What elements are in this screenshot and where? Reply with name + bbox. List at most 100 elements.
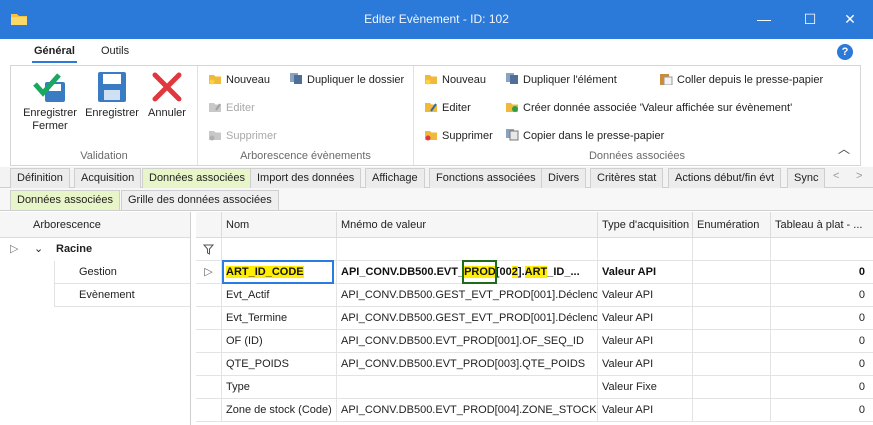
close-button[interactable]: ✕ (827, 0, 873, 39)
cell-flat[interactable]: 0 (771, 399, 873, 422)
tab-acquisition[interactable]: Acquisition (74, 168, 142, 188)
table-row[interactable]: Zone de stock (Code) API_CONV.DB500.EVT_… (196, 399, 873, 422)
row-selector[interactable] (196, 284, 222, 307)
paste-button[interactable]: Coller depuis le presse-papier (659, 72, 823, 88)
tree-new-button[interactable]: Nouveau (208, 72, 270, 88)
collapse-icon[interactable]: ⌄ (34, 238, 43, 261)
cell-name[interactable]: OF (ID) (222, 330, 337, 353)
cell-mnemo[interactable]: API_CONV.DB500.EVT_PROD[001].OF_SEQ_ID (337, 330, 598, 353)
cell-flat[interactable]: 0 (771, 307, 873, 330)
tab-scroll-left-icon[interactable]: < (833, 170, 839, 182)
cell-name[interactable]: Type (222, 376, 337, 399)
subtab-associated-data[interactable]: Données associées (10, 190, 121, 210)
copy-clipboard-button[interactable]: Copier dans le presse-papier (505, 128, 664, 144)
row-selector[interactable] (196, 330, 222, 353)
cell-type[interactable]: Valeur API (598, 284, 693, 307)
cell-mnemo[interactable]: API_CONV.DB500.EVT_PROD[003].QTE_POIDS (337, 353, 598, 376)
filter-name-input[interactable] (222, 238, 337, 261)
tree-duplicate-button[interactable]: Dupliquer le dossier (289, 72, 404, 88)
cell-flat[interactable]: 0 (771, 261, 873, 284)
filter-mnemo-input[interactable] (337, 238, 598, 261)
filter-type-input[interactable] (598, 238, 693, 261)
ribbon-tab-general[interactable]: Général (32, 45, 77, 63)
table-row[interactable]: QTE_POIDS API_CONV.DB500.EVT_PROD[003].Q… (196, 353, 873, 376)
table-row[interactable]: Evt_Termine API_CONV.DB500.GEST_EVT_PROD… (196, 307, 873, 330)
tab-associated-functions[interactable]: Fonctions associées (429, 168, 543, 188)
cell-flat[interactable]: 0 (771, 376, 873, 399)
cell-mnemo[interactable]: API_CONV.DB500.EVT_PROD[004].ZONE_STOCK (337, 399, 598, 422)
tree-header: Arborescence (0, 212, 190, 238)
cell-mnemo[interactable]: API_CONV.DB500.GEST_EVT_PROD[001].Déclen… (337, 307, 598, 330)
cell-type[interactable]: Valeur API (598, 330, 693, 353)
cell-type[interactable]: Valeur Fixe (598, 376, 693, 399)
tab-definition[interactable]: Définition (10, 168, 70, 188)
subtab-associated-grid[interactable]: Grille des données associées (121, 190, 279, 210)
table-row[interactable]: OF (ID) API_CONV.DB500.EVT_PROD[001].OF_… (196, 330, 873, 353)
cell-flat[interactable]: 0 (771, 353, 873, 376)
cell-type[interactable]: Valeur API (598, 307, 693, 330)
assoc-edit-button[interactable]: Editer (424, 100, 471, 116)
row-selector-icon[interactable]: ▷ (196, 261, 222, 284)
assoc-new-button[interactable]: Nouveau (424, 72, 486, 88)
minimize-button[interactable]: — (741, 0, 787, 39)
col-header-mnemo[interactable]: Mnémo de valeur (337, 212, 598, 238)
tree-edit-button[interactable]: Editer (208, 100, 255, 116)
cell-name[interactable]: Zone de stock (Code) (222, 399, 337, 422)
cell-type[interactable]: Valeur API (598, 399, 693, 422)
cell-type[interactable]: Valeur API (598, 261, 693, 284)
cell-mnemo[interactable]: API_CONV.DB500.GEST_EVT_PROD[001].Déclen… (337, 284, 598, 307)
filter-flat-input[interactable] (771, 238, 873, 261)
tab-display[interactable]: Affichage (365, 168, 425, 188)
col-header-enum[interactable]: Enumération (693, 212, 771, 238)
cell-enum[interactable] (693, 261, 771, 284)
filter-icon[interactable] (196, 238, 222, 261)
cell-enum[interactable] (693, 376, 771, 399)
assoc-delete-button[interactable]: Supprimer (424, 128, 493, 144)
table-row[interactable]: Type Valeur Fixe 0 (196, 376, 873, 399)
cell-mnemo[interactable] (337, 376, 598, 399)
cell-name[interactable]: QTE_POIDS (222, 353, 337, 376)
tab-associated-data[interactable]: Données associées (142, 168, 253, 188)
cell-enum[interactable] (693, 284, 771, 307)
save-button[interactable]: Enregistrer (83, 70, 141, 120)
save-close-button[interactable]: Enregistrer Fermer (17, 70, 83, 133)
tree-delete-button[interactable]: Supprimer (208, 128, 277, 144)
collapse-ribbon-icon[interactable]: ︿ (838, 140, 850, 157)
row-selector[interactable] (196, 376, 222, 399)
tree-panel: Arborescence ▷ ⌄ Racine Gestion Evènemen… (0, 212, 191, 425)
cancel-button[interactable]: Annuler (141, 70, 193, 120)
tab-scroll-right-icon[interactable]: > (856, 170, 862, 182)
cell-enum[interactable] (693, 307, 771, 330)
ribbon-tab-tools[interactable]: Outils (101, 45, 129, 57)
cell-type[interactable]: Valeur API (598, 353, 693, 376)
row-selector[interactable] (196, 353, 222, 376)
row-selector[interactable] (196, 307, 222, 330)
cell-enum[interactable] (693, 353, 771, 376)
tree-row-root[interactable]: ▷ ⌄ Racine (0, 238, 190, 261)
tree-row-evenement[interactable]: Evènement (0, 284, 190, 307)
assoc-duplicate-button[interactable]: Dupliquer l'élément (505, 72, 617, 88)
tab-data-import[interactable]: Import des données (250, 168, 362, 188)
help-icon[interactable]: ? (837, 44, 853, 60)
cell-name[interactable]: Evt_Actif (222, 284, 337, 307)
tab-start-end-actions[interactable]: Actions début/fin évt (668, 168, 782, 188)
row-selector[interactable] (196, 399, 222, 422)
expand-icon[interactable]: ▷ (10, 238, 18, 261)
tree-row-gestion[interactable]: Gestion (0, 261, 190, 284)
cell-enum[interactable] (693, 399, 771, 422)
col-header-acq-type[interactable]: Type d'acquisition (598, 212, 693, 238)
col-header-flat[interactable]: Tableau à plat - ... (771, 212, 873, 238)
cell-flat[interactable]: 0 (771, 284, 873, 307)
tab-sync[interactable]: Sync (787, 168, 826, 188)
filter-row (196, 238, 873, 261)
col-header-name[interactable]: Nom (222, 212, 337, 238)
table-row[interactable]: Evt_Actif API_CONV.DB500.GEST_EVT_PROD[0… (196, 284, 873, 307)
tab-stat-criteria[interactable]: Critères stat (590, 168, 664, 188)
cell-flat[interactable]: 0 (771, 330, 873, 353)
filter-enum-input[interactable] (693, 238, 771, 261)
create-displayed-value-button[interactable]: Créer donnée associée 'Valeur affichée s… (505, 100, 792, 116)
cell-enum[interactable] (693, 330, 771, 353)
cell-name[interactable]: Evt_Termine (222, 307, 337, 330)
tab-misc[interactable]: Divers (541, 168, 587, 188)
ribbon-tabs: Général Outils (0, 39, 873, 65)
